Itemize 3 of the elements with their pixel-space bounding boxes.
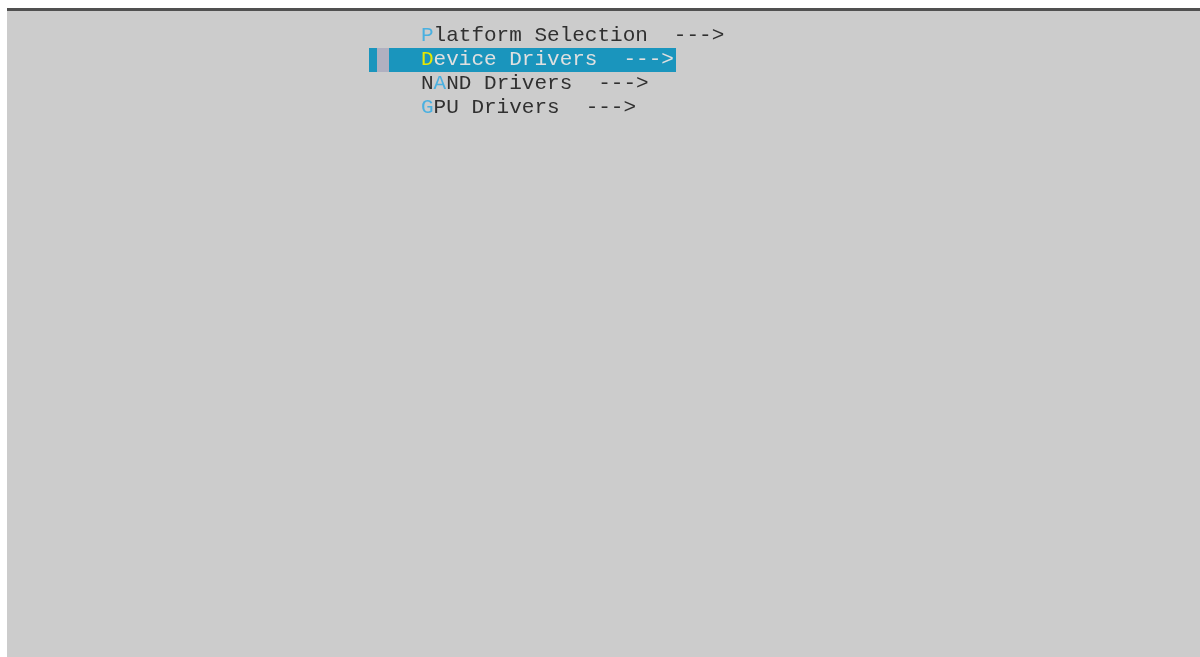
menu-item[interactable]: GPU Drivers ---> [395, 96, 639, 120]
menu-item[interactable]: Platform Selection ---> [395, 24, 727, 48]
menu-item[interactable]: NAND Drivers ---> [395, 72, 651, 96]
